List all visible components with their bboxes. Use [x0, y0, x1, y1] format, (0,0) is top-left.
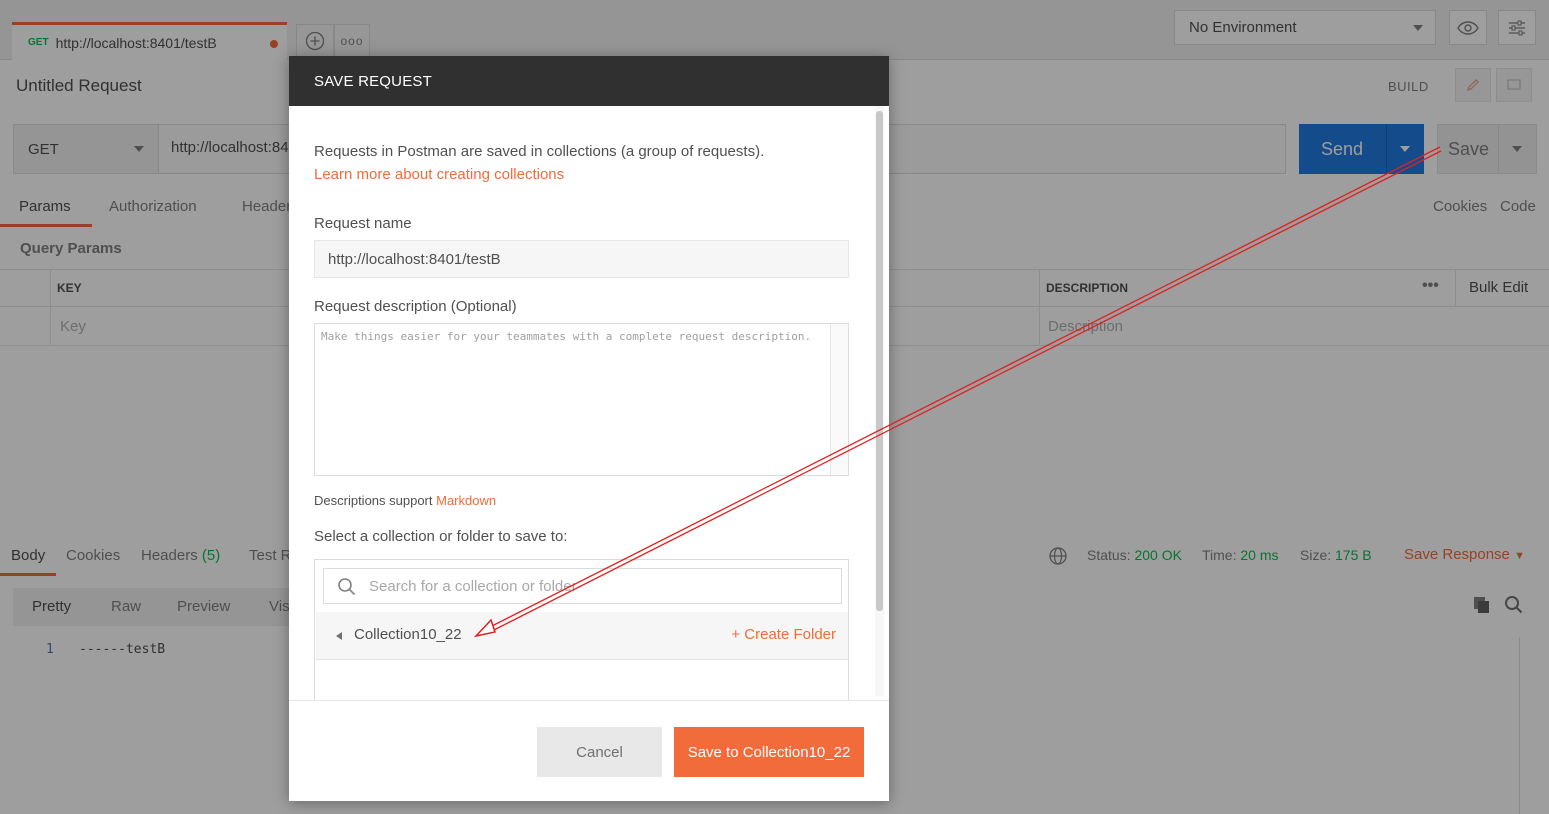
- create-folder-link[interactable]: + Create Folder: [731, 626, 836, 643]
- collection-name: Collection10_22: [354, 626, 462, 643]
- request-description-textarea[interactable]: Make things easier for your teammates wi…: [314, 323, 849, 476]
- modal-body: Requests in Postman are saved in collect…: [289, 106, 889, 700]
- modal-title: SAVE REQUEST: [289, 56, 889, 106]
- collection-search-placeholder: Search for a collection or folder: [369, 578, 577, 595]
- descriptions-support-text: Descriptions support: [314, 493, 433, 508]
- markdown-link[interactable]: Markdown: [436, 493, 496, 508]
- request-name-input[interactable]: http://localhost:8401/testB: [314, 240, 849, 278]
- select-collection-label: Select a collection or folder to save to…: [314, 528, 568, 545]
- caret-left-icon[interactable]: [336, 632, 342, 640]
- description-placeholder: Make things easier for your teammates wi…: [321, 330, 812, 343]
- cancel-button[interactable]: Cancel: [537, 727, 662, 777]
- search-icon: [338, 578, 356, 596]
- learn-more-link[interactable]: Learn more about creating collections: [314, 166, 564, 183]
- request-name-label: Request name: [314, 215, 412, 232]
- collection-search-input[interactable]: Search for a collection or folder: [323, 568, 842, 604]
- request-description-label: Request description (Optional): [314, 298, 517, 315]
- textarea-scrollbar[interactable]: [830, 324, 848, 475]
- save-to-collection-button[interactable]: Save to Collection10_22: [674, 727, 864, 777]
- modal-footer: Cancel Save to Collection10_22: [289, 700, 889, 801]
- collection-picker: Search for a collection or folder Collec…: [314, 559, 849, 700]
- collection-item[interactable]: Collection10_22 + Create Folder: [316, 612, 848, 660]
- intro-text: Requests in Postman are saved in collect…: [314, 143, 765, 160]
- descriptions-support-note: Descriptions support Markdown: [314, 493, 496, 508]
- save-request-modal: SAVE REQUEST Requests in Postman are sav…: [289, 56, 889, 801]
- modal-scrollbar[interactable]: [876, 111, 883, 611]
